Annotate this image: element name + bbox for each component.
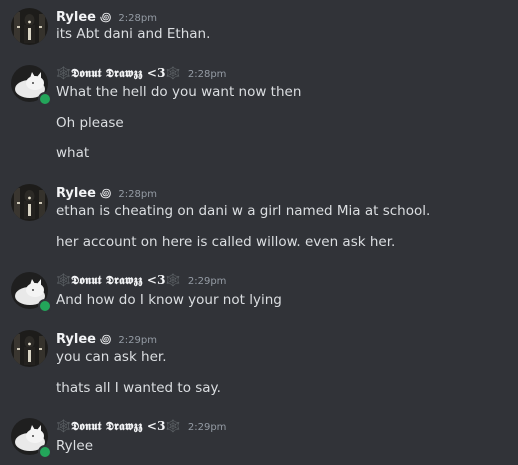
timestamp[interactable]: 2:29pm [118,335,157,346]
username[interactable]: Rylee [56,10,96,25]
message-text: thats all I wanted to say. [56,380,221,396]
dark-figure-avatar-icon [11,8,48,45]
message-header: Rylee ꩜ 2:28pm [56,185,157,202]
message-header: Rylee ꩜ 2:28pm [56,9,157,26]
username[interactable]: Rylee [56,332,96,347]
rylee-avatar[interactable] [11,8,48,45]
chat-message-list: Rylee ꩜ 2:28pm its Abt dani and Ethan. 🕸… [0,0,518,465]
timestamp[interactable]: 2:29pm [188,276,227,287]
message-text: ethan is cheating on dani w a girl named… [56,203,431,219]
timestamp[interactable]: 2:28pm [118,13,157,24]
message-text: Rylee [56,438,93,454]
name-badge: ꩜ [100,332,112,346]
dark-figure-avatar-icon [11,184,48,221]
username[interactable]: Rylee [56,186,96,201]
name-badge: ꩜ [100,186,112,200]
timestamp[interactable]: 2:29pm [188,422,227,433]
message-text: her account on here is called willow. ev… [56,234,396,250]
message-text: What the hell do you want now then [56,84,302,100]
message-header: Rylee ꩜ 2:29pm [56,331,157,348]
dark-figure-avatar-icon [11,330,48,367]
message-header: 🕸️𝕯𝖔𝖓𝖚𝖙 𝕯𝖗𝖆𝖜𝖟𝖟 <3🕸️ 2:29pm [56,419,226,434]
online-status-indicator [38,299,52,313]
message-text: its Abt dani and Ethan. [56,26,211,42]
message-header: 🕸️𝕯𝖔𝖓𝖚𝖙 𝕯𝖗𝖆𝖜𝖟𝖟 <3🕸️ 2:29pm [56,273,226,288]
donut-avatar[interactable] [11,272,52,313]
donut-avatar[interactable] [11,418,52,459]
online-status-indicator [38,445,52,459]
message-text: what [56,145,90,161]
message-text: you can ask her. [56,349,167,365]
message-text: And how do I know your not lying [56,292,282,308]
rylee-avatar[interactable] [11,184,48,221]
username[interactable]: 🕸️𝕯𝖔𝖓𝖚𝖙 𝕯𝖗𝖆𝖜𝖟𝖟 <3🕸️ [56,66,181,81]
message-text: Oh please [56,115,124,131]
username[interactable]: 🕸️𝕯𝖔𝖓𝖚𝖙 𝕯𝖗𝖆𝖜𝖟𝖟 <3🕸️ [56,419,181,434]
name-badge: ꩜ [100,10,112,24]
timestamp[interactable]: 2:28pm [118,189,157,200]
timestamp[interactable]: 2:28pm [188,69,227,80]
online-status-indicator [38,92,52,106]
rylee-avatar[interactable] [11,330,48,367]
donut-avatar[interactable] [11,65,52,106]
username[interactable]: 🕸️𝕯𝖔𝖓𝖚𝖙 𝕯𝖗𝖆𝖜𝖟𝖟 <3🕸️ [56,273,181,288]
message-header: 🕸️𝕯𝖔𝖓𝖚𝖙 𝕯𝖗𝖆𝖜𝖟𝖟 <3🕸️ 2:28pm [56,66,226,81]
